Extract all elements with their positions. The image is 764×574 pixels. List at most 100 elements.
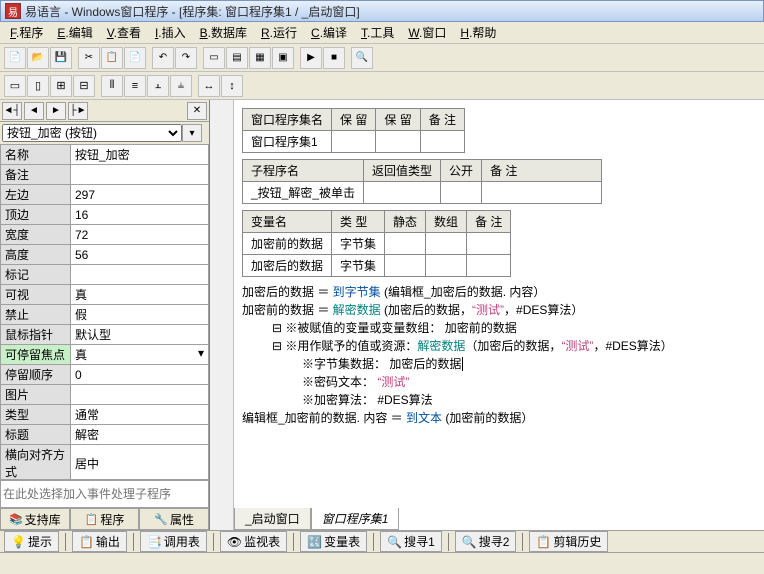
property-panel: ◄┤ ◄ ► ├► ✕ 按钮_加密 (按钮) ▾ 名称按钮_加密备注左边297顶… xyxy=(0,100,210,530)
menu-compile[interactable]: C.编译 xyxy=(305,22,353,43)
nav-close-button[interactable]: ✕ xyxy=(187,102,207,120)
toolbar-2: ▭ ▯ ⊞ ⊟ ⫴ ≡ ⫠ ⫨ ↔ ↕ xyxy=(0,72,764,100)
new-button[interactable]: 📄 xyxy=(4,47,26,69)
prop-value[interactable]: 假 xyxy=(71,305,209,325)
tab-startwin[interactable]: _启动窗口 xyxy=(234,508,311,530)
align5-button[interactable]: ⫴ xyxy=(101,75,123,97)
prop-value[interactable]: 56 xyxy=(71,245,209,265)
menu-run[interactable]: R.运行 xyxy=(255,22,303,43)
statusbar xyxy=(0,552,764,574)
prop-key: 鼠标指针 xyxy=(1,325,71,345)
prop-key: 高度 xyxy=(1,245,71,265)
prop-value[interactable] xyxy=(71,385,209,405)
nav-next-button[interactable]: ► xyxy=(46,102,66,120)
prop-value[interactable]: 297 xyxy=(71,185,209,205)
layout4-button[interactable]: ▣ xyxy=(272,47,294,69)
nav-prev-button[interactable]: ◄ xyxy=(24,102,44,120)
tab-progset[interactable]: 窗口程序集1 xyxy=(311,508,400,530)
menu-help[interactable]: H.帮助 xyxy=(454,22,502,43)
save-button[interactable]: 💾 xyxy=(50,47,72,69)
property-grid[interactable]: 名称按钮_加密备注左边297顶边16宽度72高度56标记可视真禁止假鼠标指针默认… xyxy=(0,144,209,479)
tab-prog[interactable]: 📋 程序 xyxy=(70,508,140,530)
object-selector[interactable]: 按钮_加密 (按钮) xyxy=(2,124,182,142)
align7-button[interactable]: ⫠ xyxy=(147,75,169,97)
prop-value[interactable]: 真 xyxy=(71,285,209,305)
align10-button[interactable]: ↕ xyxy=(221,75,243,97)
prop-value[interactable]: 通常 xyxy=(71,405,209,425)
menu-insert[interactable]: I.插入 xyxy=(149,22,192,43)
status-tabs: 💡 提示 📋 输出 📑 调用表 👁 监视表 🔣 变量表 🔍 搜寻1 🔍 搜寻2 … xyxy=(0,530,764,552)
status-output[interactable]: 📋 输出 xyxy=(72,531,127,552)
nav-back-button[interactable]: ◄┤ xyxy=(2,102,22,120)
align8-button[interactable]: ⫨ xyxy=(170,75,192,97)
prop-key: 横向对齐方式 xyxy=(1,445,71,480)
layout2-button[interactable]: ▤ xyxy=(226,47,248,69)
prop-value[interactable] xyxy=(71,165,209,185)
align4-button[interactable]: ⊟ xyxy=(73,75,95,97)
nav-fwd-button[interactable]: ├► xyxy=(68,102,88,120)
prop-key: 标题 xyxy=(1,425,71,445)
cut-button[interactable]: ✂ xyxy=(78,47,100,69)
prop-value[interactable]: 解密 xyxy=(71,425,209,445)
prop-value[interactable]: 72 xyxy=(71,225,209,245)
save-icon: 💾 xyxy=(54,51,68,65)
align9-button[interactable]: ↔ xyxy=(198,75,220,97)
align6-button[interactable]: ≡ xyxy=(124,75,146,97)
var-table: 变量名类 型静态数组备 注 加密前的数据字节集 加密后的数据字节集 xyxy=(242,210,511,277)
menu-tools[interactable]: T.工具 xyxy=(355,22,400,43)
cut-icon: ✂ xyxy=(82,51,96,65)
prop-value[interactable] xyxy=(71,265,209,285)
menu-edit[interactable]: E.编辑 xyxy=(51,22,98,43)
prop-value[interactable]: 默认型 xyxy=(71,325,209,345)
status-vars[interactable]: 🔣 变量表 xyxy=(300,531,367,552)
find-button[interactable]: 🔍 xyxy=(351,47,373,69)
status-find1[interactable]: 🔍 搜寻1 xyxy=(380,531,442,552)
copy-icon: 📋 xyxy=(105,51,119,65)
prop-value[interactable]: 0 xyxy=(71,365,209,385)
paste-button[interactable]: 📄 xyxy=(124,47,146,69)
status-stack[interactable]: 📑 调用表 xyxy=(140,531,207,552)
layout-icon: ▤ xyxy=(230,51,244,65)
prop-key: 左边 xyxy=(1,185,71,205)
module-table: 窗口程序集名保 留保 留备 注 窗口程序集1 xyxy=(242,108,465,153)
prop-key: 标记 xyxy=(1,265,71,285)
menu-view[interactable]: V.查看 xyxy=(101,22,147,43)
align3-button[interactable]: ⊞ xyxy=(50,75,72,97)
status-hint[interactable]: 💡 提示 xyxy=(4,531,59,552)
menu-file[interactable]: FF.程序.程序 xyxy=(4,22,49,43)
redo-icon: ↷ xyxy=(179,51,193,65)
menu-db[interactable]: B.数据库 xyxy=(194,22,253,43)
app-icon: 易 xyxy=(5,3,21,19)
prop-value[interactable]: 真 ▾ xyxy=(71,345,209,365)
toolbar-1: 📄 📂 💾 ✂ 📋 📄 ↶ ↷ ▭ ▤ ▦ ▣ ▶ ■ 🔍 xyxy=(0,44,764,72)
code-editor[interactable]: 窗口程序集名保 留保 留备 注 窗口程序集1 子程序名返回值类型公开备 注 _按… xyxy=(210,100,764,530)
stop-button[interactable]: ■ xyxy=(323,47,345,69)
status-clip[interactable]: 📋 剪辑历史 xyxy=(529,531,608,552)
prop-value[interactable]: 16 xyxy=(71,205,209,225)
prop-key: 类型 xyxy=(1,405,71,425)
layout1-button[interactable]: ▭ xyxy=(203,47,225,69)
prop-key: 可视 xyxy=(1,285,71,305)
layout3-button[interactable]: ▦ xyxy=(249,47,271,69)
undo-button[interactable]: ↶ xyxy=(152,47,174,69)
align2-button[interactable]: ▯ xyxy=(27,75,49,97)
prop-value[interactable]: 按钮_加密 xyxy=(71,145,209,165)
tab-prop[interactable]: 🔧 属性 xyxy=(139,508,209,530)
copy-button[interactable]: 📋 xyxy=(101,47,123,69)
event-selector[interactable] xyxy=(0,480,209,508)
prop-key: 停留顺序 xyxy=(1,365,71,385)
prop-key: 名称 xyxy=(1,145,71,165)
status-find2[interactable]: 🔍 搜寻2 xyxy=(455,531,517,552)
run-button[interactable]: ▶ xyxy=(300,47,322,69)
code-body[interactable]: 加密后的数据 ＝ 到字节集 (编辑框_加密后的数据. 内容） 加密前的数据 ＝ … xyxy=(242,283,756,427)
redo-button[interactable]: ↷ xyxy=(175,47,197,69)
menubar: FF.程序.程序 E.编辑 V.查看 I.插入 B.数据库 R.运行 C.编译 … xyxy=(0,22,764,44)
tab-lib[interactable]: 📚 支持库 xyxy=(0,508,70,530)
selector-dropdown-button[interactable]: ▾ xyxy=(182,124,202,142)
align1-button[interactable]: ▭ xyxy=(4,75,26,97)
status-watch[interactable]: 👁 监视表 xyxy=(220,531,287,552)
open-button[interactable]: 📂 xyxy=(27,47,49,69)
open-icon: 📂 xyxy=(31,51,45,65)
menu-window[interactable]: W.窗口 xyxy=(402,22,452,43)
prop-value[interactable]: 居中 xyxy=(71,445,209,480)
